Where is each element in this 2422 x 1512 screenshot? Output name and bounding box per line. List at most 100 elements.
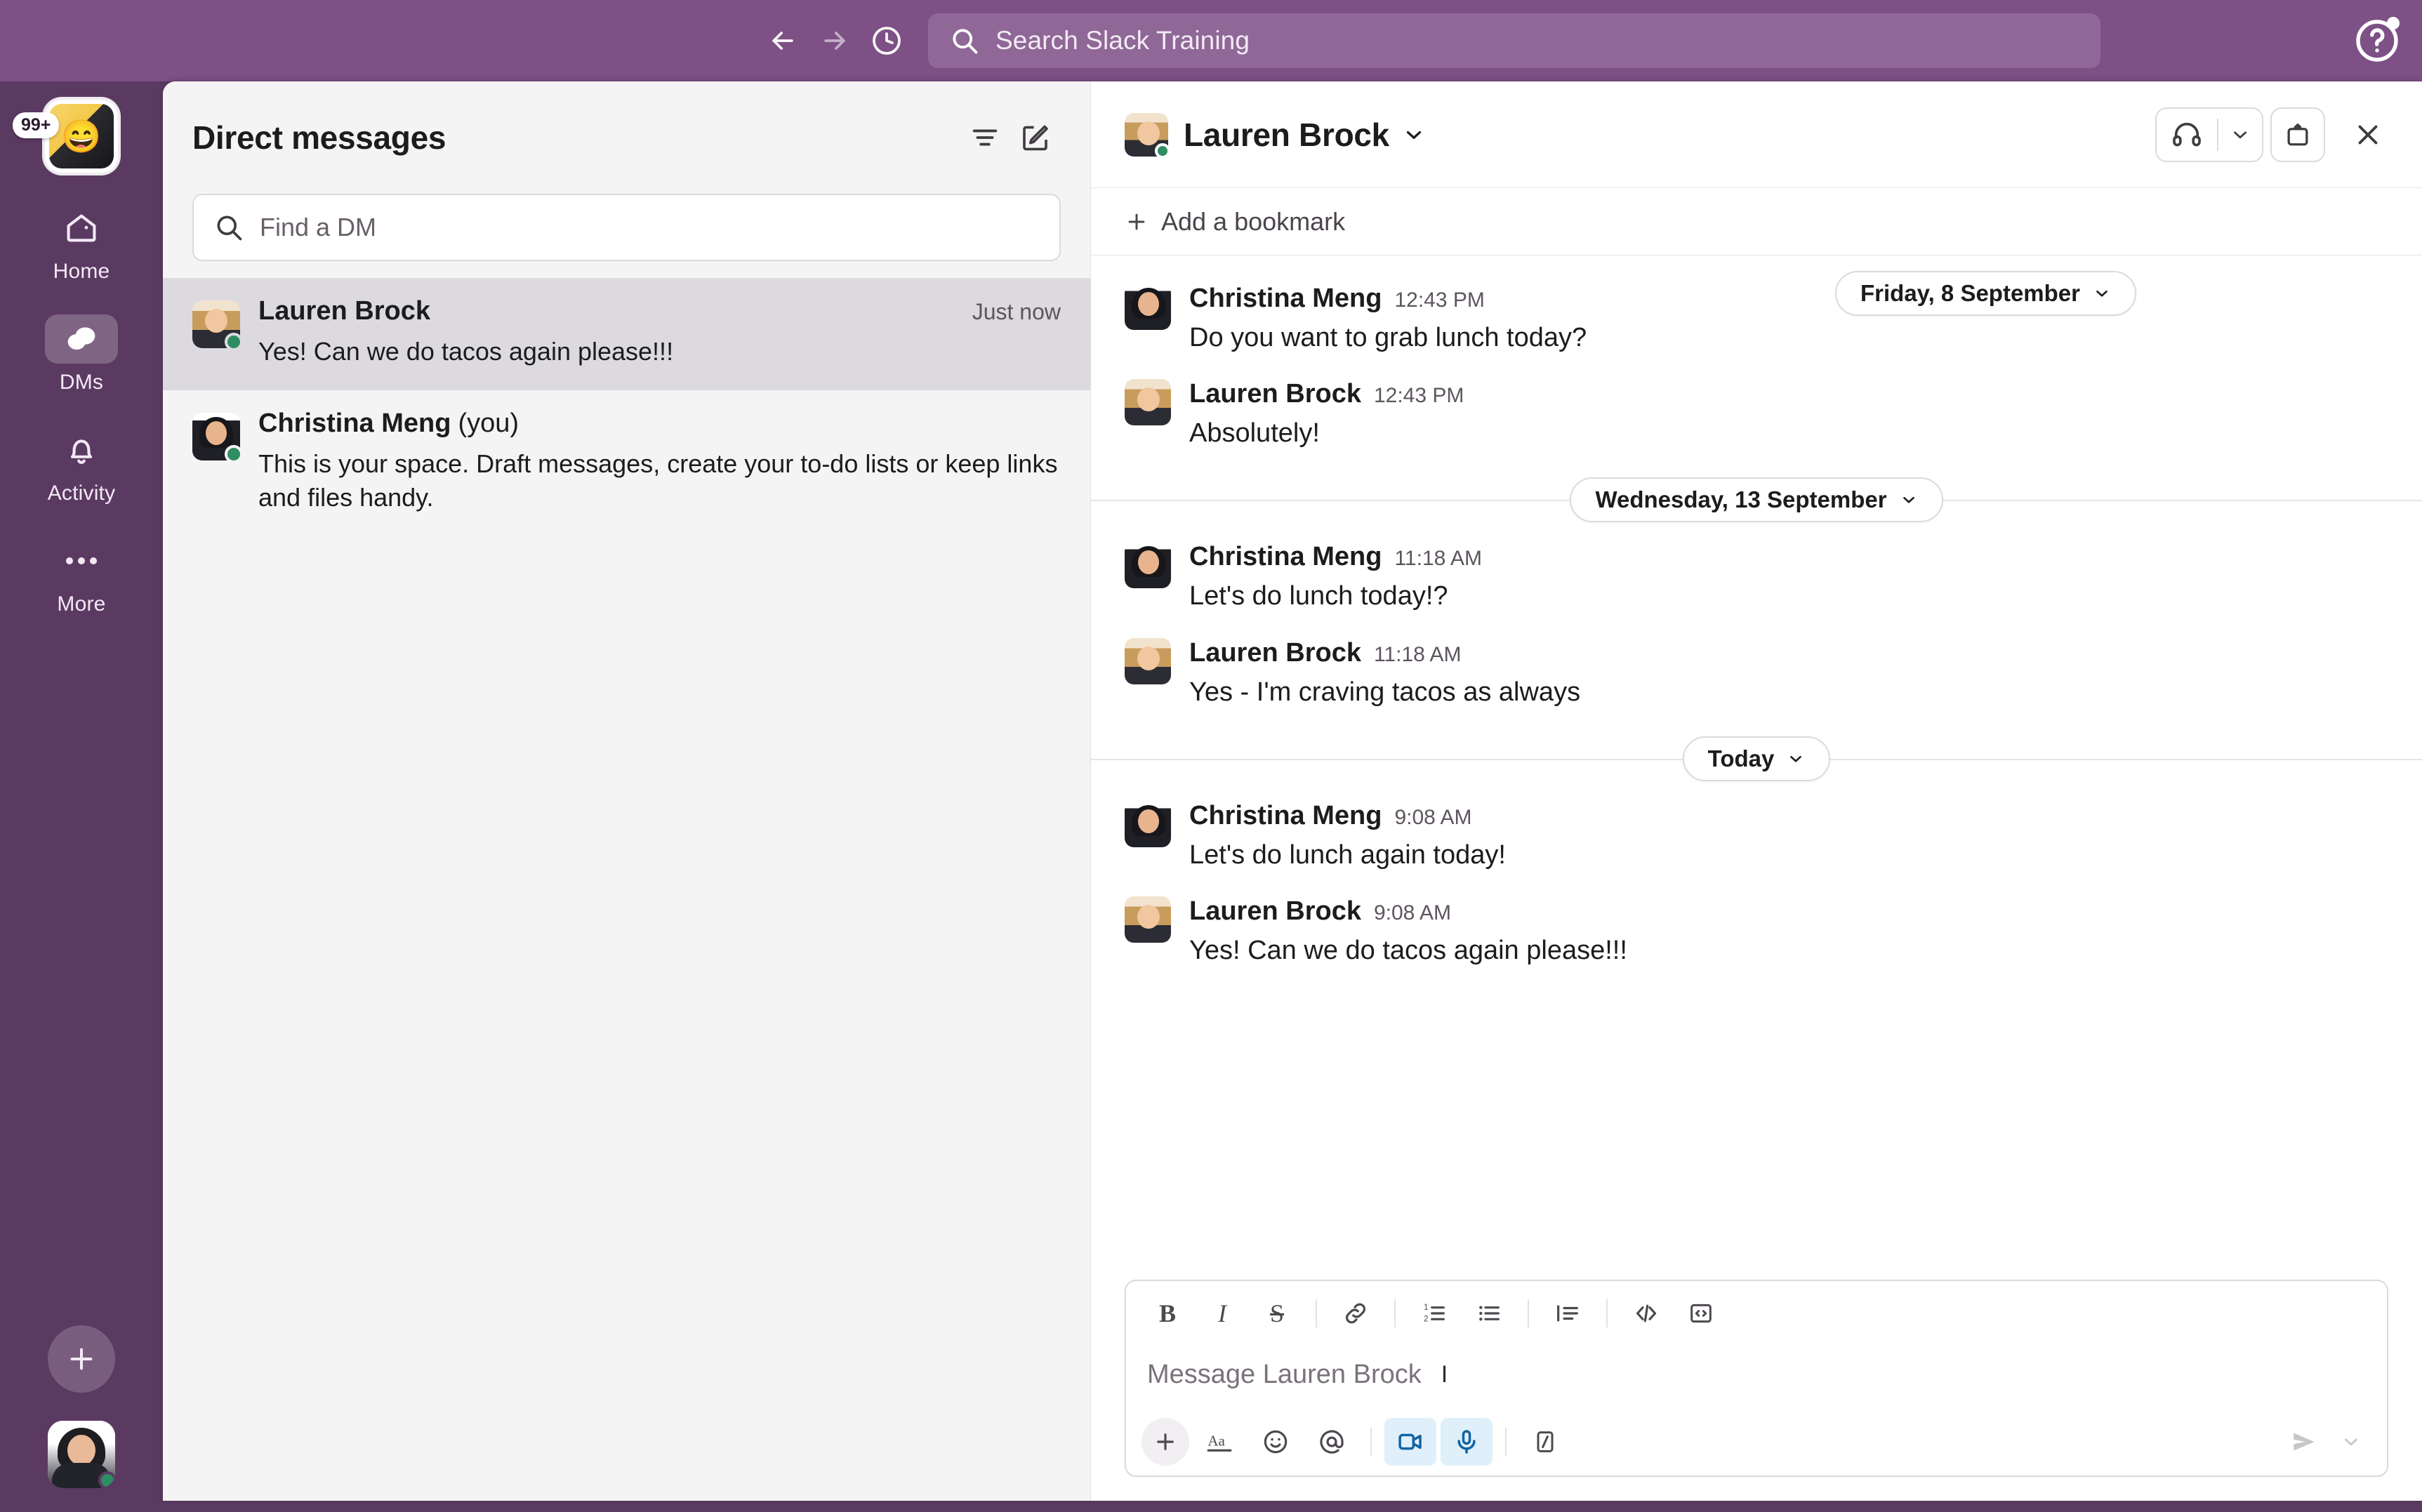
clock-icon [870,24,904,58]
code-block-button[interactable] [1675,1291,1727,1336]
mention-button[interactable] [1306,1418,1358,1466]
list-item-preview: This is your space. Draft messages, crea… [258,447,1061,515]
conversation-title[interactable]: Lauren Brock [1184,116,1389,154]
text-formatting-button[interactable]: Aa [1193,1418,1245,1466]
huddle-options-button[interactable] [2218,109,2262,161]
svg-text:Aa: Aa [1207,1432,1225,1449]
add-bookmark-button[interactable]: Add a bookmark [1125,207,1345,237]
message-text: Absolutely! [1189,415,2388,452]
svg-text:2: 2 [1424,1315,1428,1324]
avatar-image [1125,896,1171,943]
close-conversation-button[interactable] [2341,107,2395,162]
message-body: Lauren Brock 11:18 AM Yes - I'm craving … [1189,638,2388,711]
audio-clip-button[interactable] [1441,1418,1493,1466]
message-author[interactable]: Lauren Brock [1189,896,1361,927]
forward-button[interactable] [809,15,861,67]
link-button[interactable] [1330,1291,1382,1336]
presence-indicator [225,333,243,351]
svg-text:1: 1 [1424,1303,1428,1312]
date-divider-label: Friday, 8 September [1860,280,2080,307]
toolbar-divider [1316,1299,1317,1327]
message-composer: B I S [1125,1280,2388,1477]
date-divider-pill[interactable]: Friday, 8 September [1835,271,2136,316]
list-item-time: Just now [972,299,1061,325]
sidebar-item-home[interactable]: Home [29,204,134,284]
dms-icon [62,320,100,358]
sidebar-item-more[interactable]: More [29,536,134,616]
add-attachment-button[interactable] [1141,1418,1189,1466]
message-timestamp: 12:43 PM [1374,384,1464,408]
open-in-split-button[interactable] [2270,107,2325,162]
slack-app-window: Search Slack Training 😄 99+ Home [0,0,2422,1512]
message-text: Let's do lunch again today! [1189,837,2388,874]
list-item[interactable]: Christina Meng (you) This is your space.… [163,390,1090,536]
date-divider: Today [1091,736,2422,781]
headphones-icon [2171,119,2203,151]
ordered-list-button[interactable]: 1 2 [1408,1291,1460,1336]
blockquote-button[interactable] [1542,1291,1594,1336]
avatar[interactable] [1125,542,1171,615]
avatar[interactable] [1125,284,1171,357]
workspace-avatar[interactable]: 😄 99+ [45,100,118,173]
sidebar-item-activity[interactable]: Activity [29,425,134,505]
list-item-name: Christina Meng [258,409,451,439]
main-panels: Direct messages [163,81,2422,1501]
huddle-button[interactable] [2157,109,2217,161]
chevron-down-icon [1787,750,1805,768]
compose-icon [1019,121,1052,154]
conversation-header-actions [2155,107,2395,162]
video-clip-button[interactable] [1384,1418,1436,1466]
message-header: Lauren Brock 9:08 AM [1189,896,2388,927]
dm-list-header: Direct messages [163,81,1090,194]
code-button[interactable] [1620,1291,1672,1336]
global-search-button[interactable]: Search Slack Training [928,13,2100,68]
date-divider-pill[interactable]: Wednesday, 13 September [1570,477,1943,522]
avatar[interactable] [1125,638,1171,711]
slash-command-icon [1531,1428,1559,1456]
message-timestamp: 11:18 AM [1394,547,1482,571]
code-block-icon [1687,1299,1715,1327]
sidebar-item-dms[interactable]: DMs [29,314,134,394]
emoji-button[interactable] [1250,1418,1302,1466]
send-button[interactable] [2276,1418,2332,1466]
workspace-avatar-image: 😄 [49,104,114,168]
message-author[interactable]: Lauren Brock [1189,638,1361,668]
date-divider-pill[interactable]: Today [1683,736,1831,781]
message-author[interactable]: Christina Meng [1189,801,1382,831]
avatar[interactable] [1125,801,1171,874]
avatar[interactable] [48,1421,115,1488]
help-button[interactable] [2352,15,2402,66]
history-button[interactable] [861,15,913,67]
add-bookmark-label: Add a bookmark [1161,207,1345,237]
message-author[interactable]: Christina Meng [1189,542,1382,572]
avatar [192,300,240,348]
message-list[interactable]: Friday, 8 September Christina Meng [1091,256,2422,1273]
italic-button[interactable]: I [1196,1291,1248,1336]
dm-list: Lauren Brock Just now Yes! Can we do tac… [163,278,1090,1501]
sidebar-item-dms-label: DMs [60,371,103,394]
back-button[interactable] [757,15,809,67]
avatar[interactable] [1125,896,1171,969]
create-new-button[interactable] [48,1325,115,1393]
message-group: Today Christina Meng [1091,736,2422,982]
bulleted-list-button[interactable] [1463,1291,1515,1336]
chevron-down-icon[interactable] [1402,123,1426,147]
compose-button[interactable] [1010,112,1061,163]
avatar[interactable] [1125,379,1171,452]
find-a-dm-input[interactable]: Find a DM [192,194,1061,261]
action-divider [1505,1428,1507,1456]
message-author[interactable]: Lauren Brock [1189,379,1361,409]
list-item[interactable]: Lauren Brock Just now Yes! Can we do tac… [163,278,1090,390]
message-input[interactable]: Message Lauren Brock I [1126,1346,2387,1408]
strikethrough-button[interactable]: S [1251,1291,1303,1336]
slash-command-button[interactable] [1519,1418,1571,1466]
message-author[interactable]: Christina Meng [1189,284,1382,314]
message: Christina Meng 12:43 PM Do you want to g… [1091,274,2422,369]
bold-button[interactable]: B [1141,1291,1193,1336]
toolbar-divider [1606,1299,1608,1327]
filter-button[interactable] [960,112,1010,163]
plus-icon [1125,210,1149,234]
send-options-button[interactable] [2332,1418,2370,1466]
action-divider [1370,1428,1372,1456]
plus-icon [1152,1428,1179,1455]
